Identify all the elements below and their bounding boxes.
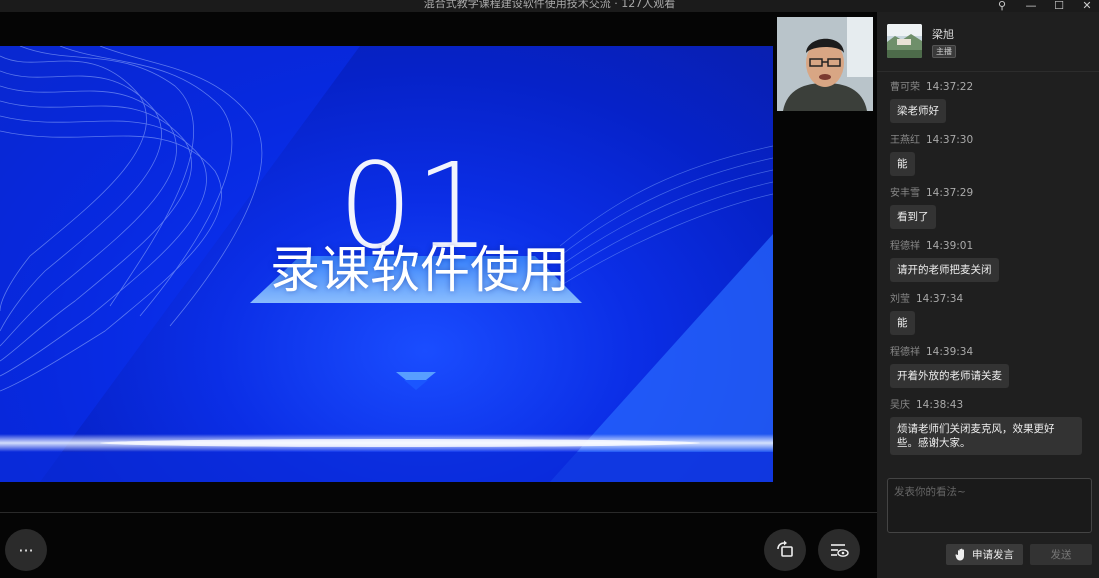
chat-message: 王燕红 14:37:30 能	[877, 133, 1099, 186]
sender-name: 刘莹	[890, 294, 910, 305]
slide-title: 录课软件使用	[270, 241, 570, 299]
title-bar: 混合式教学课程建设软件使用技术交流 · 127人观看 ⚲ — ☐ ✕	[0, 0, 1099, 12]
raise-hand-label: 申请发言	[972, 549, 1014, 561]
message-time: 14:39:01	[926, 240, 974, 252]
message-time: 14:37:22	[926, 81, 974, 93]
sender-name: 吴庆	[890, 400, 910, 411]
chat-sidebar: 梁旭 主播 曹可荣 14:37:22 梁老师好 王燕红 14:37:30 能 安丰雪…	[877, 12, 1099, 578]
chat-message-list[interactable]: 曹可荣 14:37:22 梁老师好 王燕红 14:37:30 能 安丰雪 14:37:…	[877, 80, 1099, 468]
message-time: 14:37:34	[916, 293, 964, 305]
message-bubble: 能	[890, 311, 915, 335]
sender-name: 安丰雪	[890, 188, 920, 199]
message-time: 14:37:29	[926, 187, 974, 199]
host-info: 梁旭 主播	[877, 12, 1099, 72]
chat-message: 程德祥 14:39:01 请开的老师把麦关闭	[877, 239, 1099, 292]
host-role-badge: 主播	[932, 45, 956, 58]
presenter-figure	[777, 17, 873, 111]
message-bubble: 烦请老师们关闭麦克风，效果更好些。感谢大家。	[890, 417, 1082, 455]
chat-message: 吴庆 14:38:43 烦请老师们关闭麦克风，效果更好些。感谢大家。	[877, 398, 1099, 468]
landscape-avatar-icon	[887, 24, 922, 58]
more-button[interactable]: ···	[5, 529, 47, 571]
message-time: 14:38:43	[916, 399, 964, 411]
comment-input[interactable]	[888, 479, 1091, 532]
pin-icon[interactable]: ⚲	[991, 0, 1013, 12]
toolbar-divider	[0, 512, 877, 513]
avatar[interactable]	[887, 24, 922, 58]
chat-message: 安丰雪 14:37:29 看到了	[877, 186, 1099, 239]
chat-message: 程德祥 14:39:34 开着外放的老师请关麦	[877, 345, 1099, 398]
message-bubble: 开着外放的老师请关麦	[890, 364, 1009, 388]
rotate-button[interactable]	[764, 529, 806, 571]
sender-name: 程德祥	[890, 241, 920, 252]
window-title: 混合式教学课程建设软件使用技术交流 · 127人观看	[423, 0, 676, 10]
presenter-video[interactable]	[777, 17, 873, 111]
message-time: 14:37:30	[926, 134, 974, 146]
raise-hand-button[interactable]: 申请发言	[946, 544, 1023, 565]
shared-slide: 01 录课软件使用	[0, 46, 773, 482]
presentation-stage: 01 录课软件使用 ···	[0, 12, 877, 578]
message-bubble: 梁老师好	[890, 99, 946, 123]
view-list-eye-icon	[831, 544, 849, 557]
live-class-window: 混合式教学课程建设软件使用技术交流 · 127人观看 ⚲ — ☐ ✕ 01 录课…	[0, 0, 1099, 578]
send-button[interactable]: 发送	[1030, 544, 1092, 565]
rotate-screen-icon	[777, 540, 793, 557]
message-bubble: 看到了	[890, 205, 936, 229]
sender-name: 曹可荣	[890, 82, 920, 93]
message-bubble: 请开的老师把麦关闭	[890, 258, 999, 282]
close-button[interactable]: ✕	[1076, 0, 1098, 12]
maximize-button[interactable]: ☐	[1048, 0, 1070, 12]
chat-message: 刘莹 14:37:34 能	[877, 292, 1099, 345]
raise-hand-icon	[955, 548, 964, 561]
message-time: 14:39:34	[926, 346, 974, 358]
view-mode-button[interactable]	[818, 529, 860, 571]
comment-input-box[interactable]	[887, 478, 1092, 533]
minimize-button[interactable]: —	[1020, 0, 1042, 12]
host-name: 梁旭	[932, 28, 954, 41]
sender-name: 王燕红	[890, 135, 920, 146]
chat-message: 曹可荣 14:37:22 梁老师好	[877, 80, 1099, 133]
message-bubble: 能	[890, 152, 915, 176]
sender-name: 程德祥	[890, 347, 920, 358]
